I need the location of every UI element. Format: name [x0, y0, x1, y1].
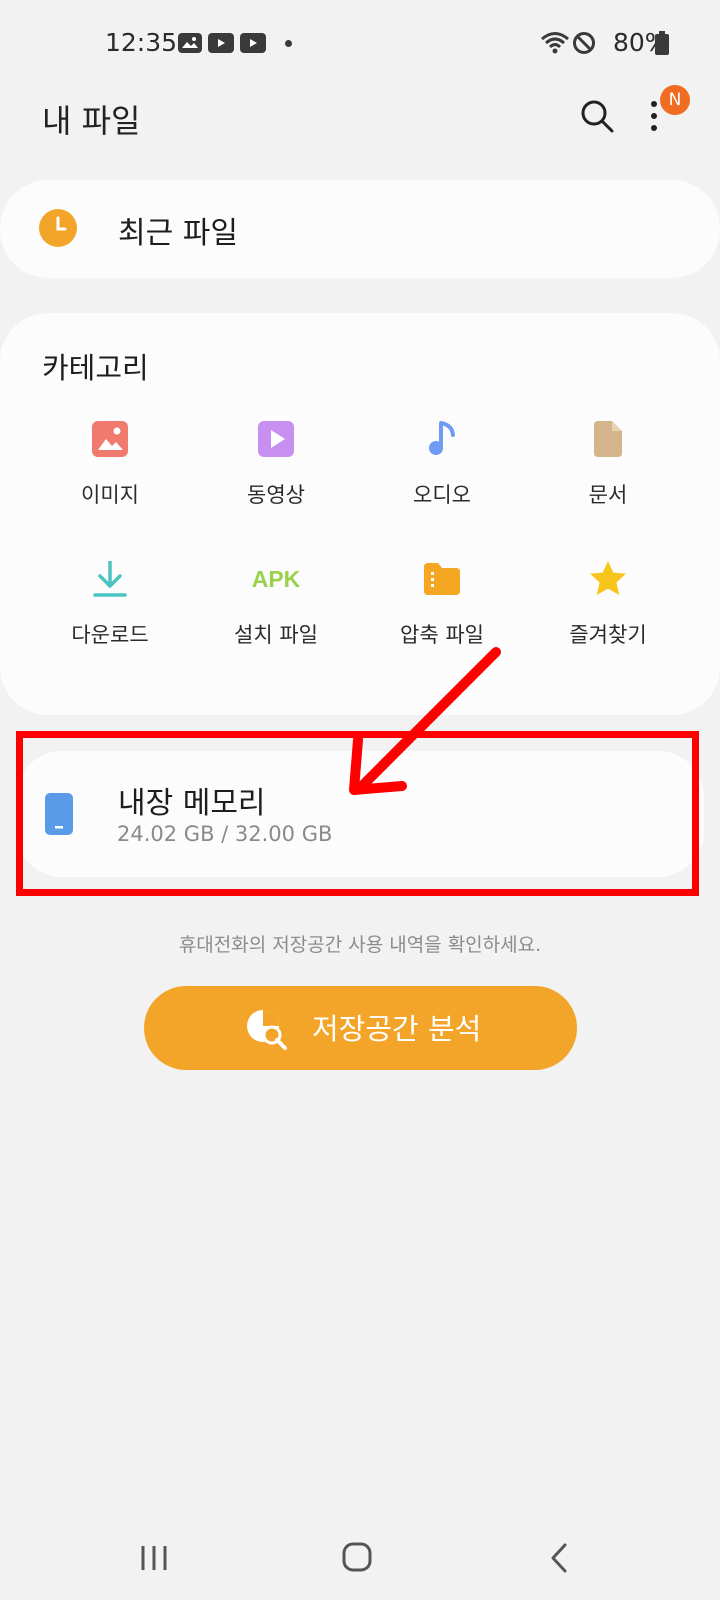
category-label: 다운로드: [71, 623, 149, 647]
recent-files-label: 최근 파일: [118, 216, 238, 251]
back-icon[interactable]: [549, 1543, 569, 1573]
recent-files-card[interactable]: [0, 180, 720, 278]
download-icon: [90, 559, 130, 599]
audio-icon: [422, 419, 462, 459]
document-icon: [588, 419, 628, 459]
more-notifications-dot: [285, 40, 292, 47]
recent-apps-icon[interactable]: [140, 1543, 168, 1573]
category-label: 문서: [588, 483, 628, 507]
category-title: 카테고리: [42, 351, 149, 385]
storage-hint-text: 휴대전화의 저장공간 사용 내역을 확인하세요.: [178, 934, 542, 956]
storage-analysis-label: 저장공간 분석: [312, 1012, 482, 1046]
zip-folder-icon: [422, 559, 462, 599]
category-favorites[interactable]: 즐겨찾기: [525, 559, 691, 679]
category-label: 이미지: [81, 483, 139, 507]
clock-icon: [39, 209, 77, 247]
category-audio[interactable]: 오디오: [359, 419, 525, 539]
gallery-notification-icon: [178, 33, 202, 53]
image-icon: [90, 419, 130, 459]
category-label: 오디오: [413, 483, 471, 507]
status-time: 12:35: [105, 28, 178, 57]
more-options-icon[interactable]: [647, 98, 661, 134]
youtube-notification-icon-2: [240, 33, 266, 53]
battery-icon: [655, 31, 669, 55]
wifi-icon: [540, 30, 570, 56]
category-videos[interactable]: 동영상: [193, 419, 359, 539]
youtube-notification-icon: [208, 33, 234, 53]
search-icon[interactable]: [579, 98, 615, 134]
notification-badge: N: [660, 85, 690, 115]
category-label: 동영상: [247, 483, 305, 507]
status-bar: 12:35 80%: [0, 0, 720, 90]
do-not-disturb-icon: [572, 31, 596, 55]
page-title: 내 파일: [42, 102, 141, 140]
video-icon: [256, 419, 296, 459]
category-label: 설치 파일: [234, 623, 318, 647]
category-downloads[interactable]: 다운로드: [27, 559, 193, 679]
annotation-arrow-icon: [349, 647, 501, 795]
home-icon[interactable]: [342, 1542, 372, 1572]
apk-icon: APK: [251, 566, 301, 592]
category-documents[interactable]: 문서: [525, 419, 691, 539]
star-icon: [588, 559, 628, 599]
category-label: 즐겨찾기: [569, 623, 647, 647]
storage-analysis-icon: [245, 1008, 287, 1050]
category-apk[interactable]: APK 설치 파일: [193, 559, 359, 679]
category-images[interactable]: 이미지: [27, 419, 193, 539]
